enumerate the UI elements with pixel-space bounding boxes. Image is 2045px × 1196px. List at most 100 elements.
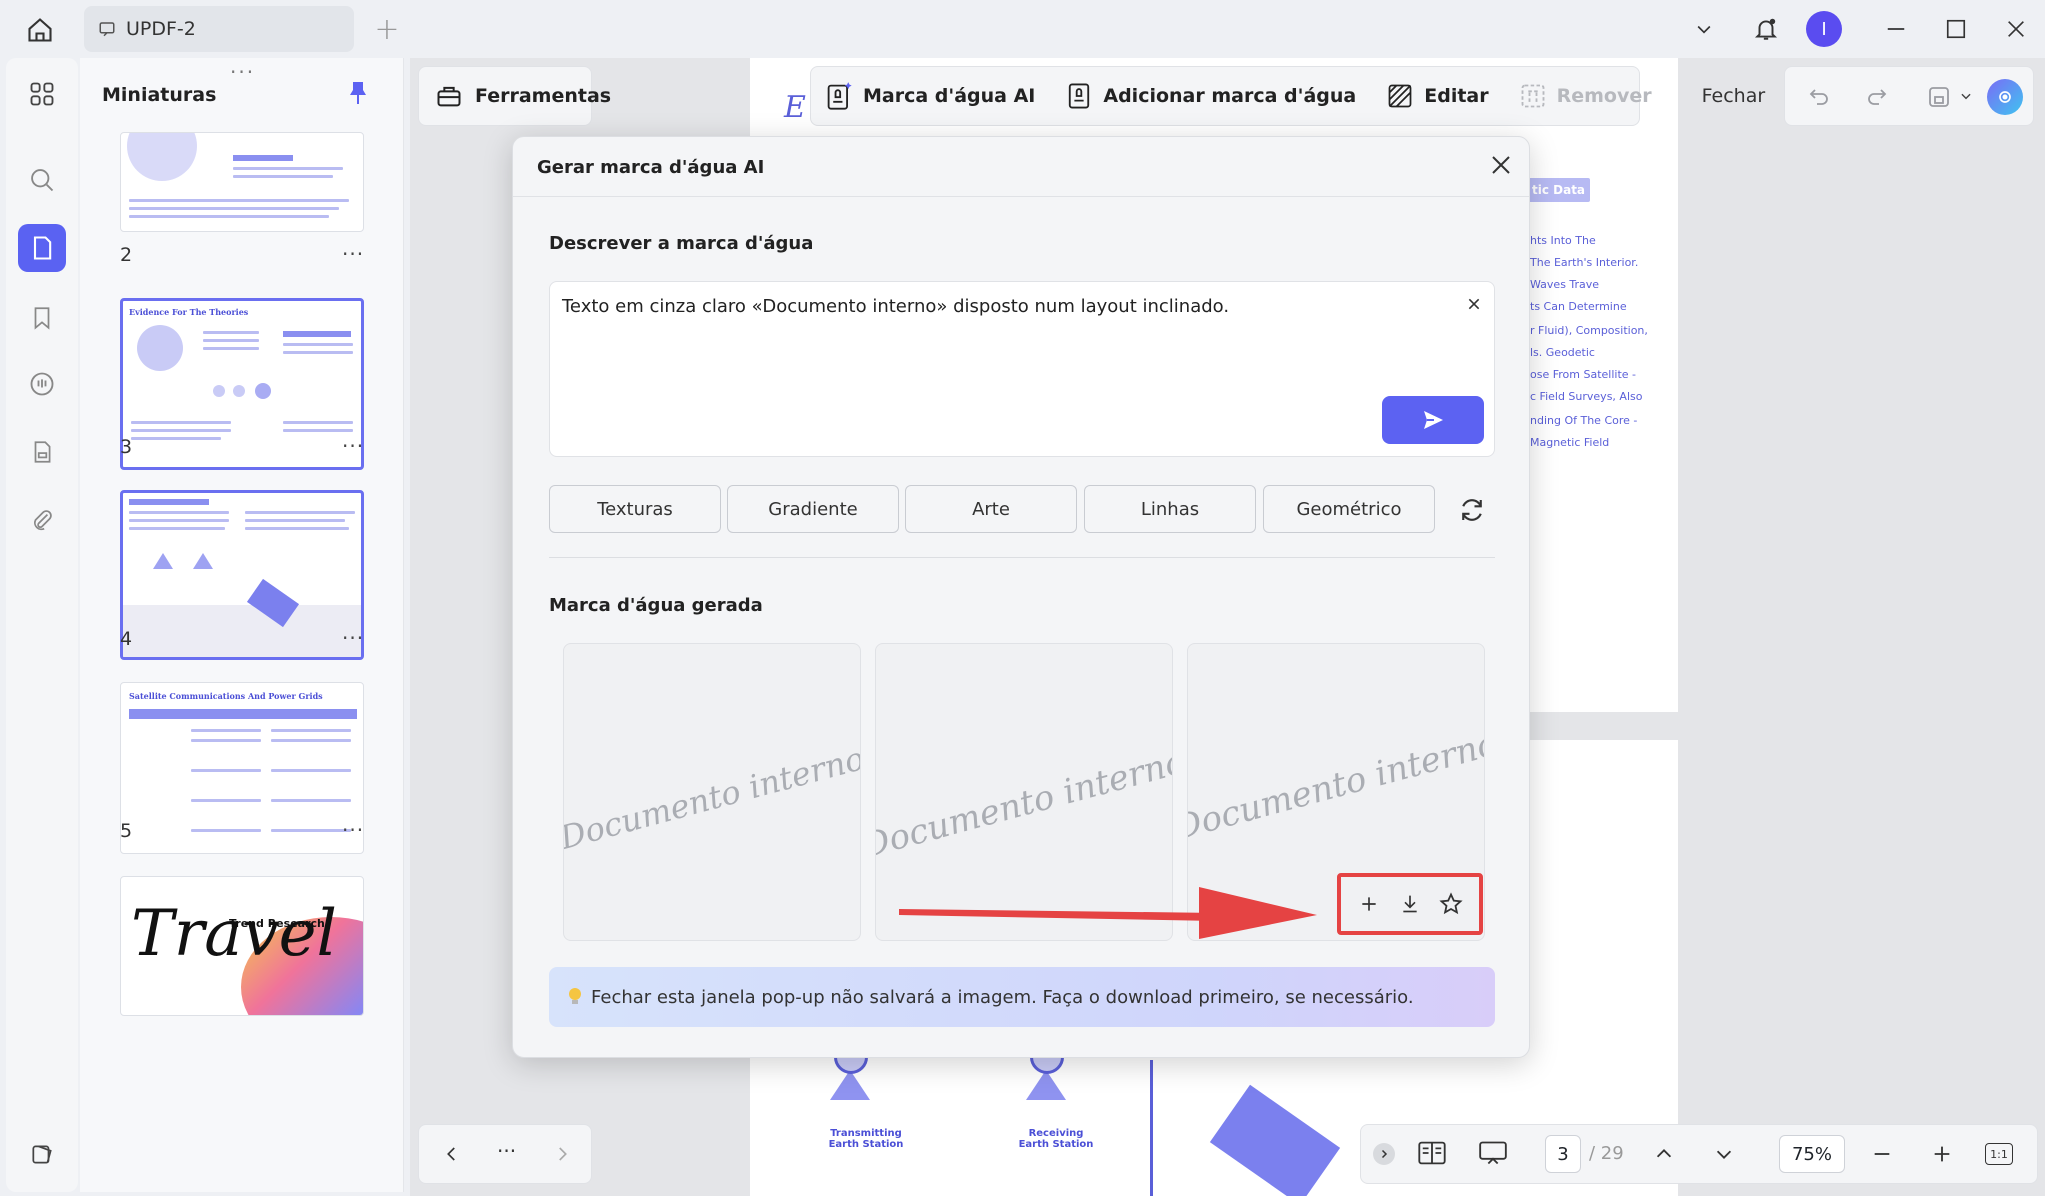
thumbnails-title: Miniaturas xyxy=(102,84,217,106)
chevron-down-icon[interactable] xyxy=(1688,8,1720,50)
thumbnail-more-button[interactable]: ··· xyxy=(342,242,364,266)
ai-watermark-label: Marca d'água AI xyxy=(863,85,1036,107)
satellite-illustration xyxy=(1209,1084,1341,1196)
add-watermark-label: Adicionar marca d'água xyxy=(1103,85,1357,107)
generated-label: Marca d'água gerada xyxy=(549,595,763,616)
total-pages: / 29 xyxy=(1589,1143,1624,1164)
expand-chevron-icon[interactable] xyxy=(1373,1143,1395,1165)
ai-watermark-dialog: Gerar marca d'água AI Descrever a marca … xyxy=(512,136,1530,1058)
page-layout-icon[interactable] xyxy=(1417,1139,1447,1167)
left-tool-rail xyxy=(6,58,78,1192)
thumbnail-page-4[interactable] xyxy=(120,490,364,660)
redo-icon[interactable] xyxy=(1865,85,1889,109)
page-text-line: ls. Geodetic xyxy=(1530,346,1595,359)
ai-watermark-button[interactable]: Marca d'água AI xyxy=(825,81,1035,111)
grid-icon[interactable] xyxy=(18,70,66,118)
clear-prompt-icon[interactable] xyxy=(1466,296,1482,312)
thumbnail-number: 4 xyxy=(120,628,133,650)
home-icon[interactable] xyxy=(22,12,58,48)
history-toolbar xyxy=(1784,66,2034,126)
style-chip-geometrico[interactable]: Geométrico xyxy=(1263,485,1435,533)
thumbnail-number: 3 xyxy=(120,436,133,458)
bookmark-icon[interactable] xyxy=(18,294,66,342)
more-button[interactable]: ··· xyxy=(497,1139,516,1163)
save-options-chevron-icon[interactable] xyxy=(1959,89,1973,103)
edit-pattern-icon xyxy=(1386,82,1414,110)
dialog-title: Gerar marca d'água AI xyxy=(537,157,765,178)
thumbnail-page-2[interactable] xyxy=(120,132,364,232)
save-icon[interactable] xyxy=(1927,85,1951,109)
thumbnail-page-5[interactable]: Satellite Communications And Power Grids xyxy=(120,682,364,854)
generated-watermark-1[interactable]: Documento interno xyxy=(563,643,861,941)
watermark-toolbar: Marca d'água AI Adicionar marca d'água E… xyxy=(810,66,1778,126)
send-button[interactable] xyxy=(1382,396,1484,444)
page-text-line: ose From Satellite - xyxy=(1530,368,1636,381)
page-down-chevron-icon[interactable] xyxy=(1713,1143,1735,1165)
download-icon[interactable] xyxy=(1394,888,1426,920)
thumbnail-heading: Satellite Communications And Power Grids xyxy=(129,691,323,701)
page-text-line: nding Of The Core - xyxy=(1530,414,1638,427)
star-icon[interactable] xyxy=(1435,888,1467,920)
zoom-out-icon[interactable] xyxy=(1871,1143,1893,1165)
undo-icon[interactable] xyxy=(1807,85,1831,109)
prompt-text[interactable]: Texto em cinza claro «Documento interno»… xyxy=(562,296,1229,317)
page-title-fragment: E xyxy=(784,90,806,125)
page-text-line: The Earth's Interior. xyxy=(1530,256,1639,269)
remove-watermark-button[interactable]: Remover xyxy=(1519,82,1652,110)
close-dialog-icon[interactable] xyxy=(1489,153,1517,181)
attachment-page-icon[interactable] xyxy=(18,428,66,476)
paperclip-icon[interactable] xyxy=(18,496,66,544)
minimize-icon[interactable] xyxy=(1878,8,1914,50)
page-up-chevron-icon[interactable] xyxy=(1653,1143,1675,1165)
receiving-station-label: Receiving Earth Station xyxy=(1018,1128,1094,1150)
zoom-in-icon[interactable] xyxy=(1931,1143,1953,1165)
notice-text: Fechar esta janela pop-up não salvará a … xyxy=(591,986,1414,1008)
tools-button[interactable]: Ferramentas xyxy=(418,66,611,126)
watermark-prompt-field[interactable]: Texto em cinza claro «Documento interno»… xyxy=(549,281,1495,457)
red-arrow-annotation xyxy=(899,885,1317,941)
thumbnail-travel-script: Travel xyxy=(131,897,337,971)
actual-size-button[interactable]: 1:1 xyxy=(1985,1143,2013,1165)
thumbnail-more-button[interactable]: ··· xyxy=(342,434,364,458)
thumbnail-page-6[interactable]: Travel Trend Research xyxy=(120,876,364,1016)
previous-arrow-icon[interactable] xyxy=(443,1145,461,1163)
thumbnail-number: 2 xyxy=(120,244,133,266)
style-chip-texturas[interactable]: Texturas xyxy=(549,485,721,533)
watermark-preview-text: Documento interno xyxy=(1187,723,1485,849)
edit-watermark-button[interactable]: Editar xyxy=(1386,82,1489,110)
layers-icon[interactable] xyxy=(18,1130,66,1178)
bell-icon[interactable] xyxy=(1748,8,1784,50)
add-watermark-button[interactable]: Adicionar marca d'água xyxy=(1065,81,1356,111)
thumbnail-number: 5 xyxy=(120,820,133,842)
close-window-icon[interactable] xyxy=(1998,8,2034,50)
zoom-level-input[interactable]: 75% xyxy=(1779,1135,1845,1173)
style-chip-linhas[interactable]: Linhas xyxy=(1084,485,1256,533)
thumbnail-more-button[interactable]: ··· xyxy=(342,818,364,842)
comment-list-icon[interactable] xyxy=(18,360,66,408)
current-page-input[interactable]: 3 xyxy=(1545,1135,1581,1173)
refresh-icon[interactable] xyxy=(1457,495,1487,525)
search-icon[interactable] xyxy=(18,156,66,204)
document-tab[interactable]: UPDF-2 xyxy=(84,6,354,52)
thumbnails-page-icon[interactable] xyxy=(18,224,66,272)
ai-assistant-icon[interactable] xyxy=(1987,79,2023,115)
tab-title: UPDF-2 xyxy=(126,18,196,40)
page-nav-bar: ··· xyxy=(418,1124,592,1184)
watermark-icon xyxy=(1065,81,1093,111)
maximize-icon[interactable] xyxy=(1938,8,1974,50)
next-arrow-icon[interactable] xyxy=(553,1145,571,1163)
pin-icon[interactable] xyxy=(346,80,370,106)
style-chip-gradiente[interactable]: Gradiente xyxy=(727,485,899,533)
drag-handle[interactable]: ··· xyxy=(230,60,255,84)
toolbox-icon xyxy=(435,82,463,110)
thumbnail-page-3[interactable]: Evidence For The Theories xyxy=(120,298,364,470)
close-watermark-button[interactable]: Fechar xyxy=(1689,73,1778,119)
add-watermark-icon[interactable] xyxy=(1353,888,1385,920)
style-chip-arte[interactable]: Arte xyxy=(905,485,1077,533)
presentation-icon[interactable] xyxy=(1477,1139,1509,1167)
watermark-preview-text: Documento interno xyxy=(875,741,1173,867)
user-avatar-button[interactable]: I xyxy=(1806,8,1842,50)
thumbnail-more-button[interactable]: ··· xyxy=(342,626,364,650)
add-tab-button[interactable]: + xyxy=(372,12,402,47)
remove-label: Remover xyxy=(1556,85,1652,107)
